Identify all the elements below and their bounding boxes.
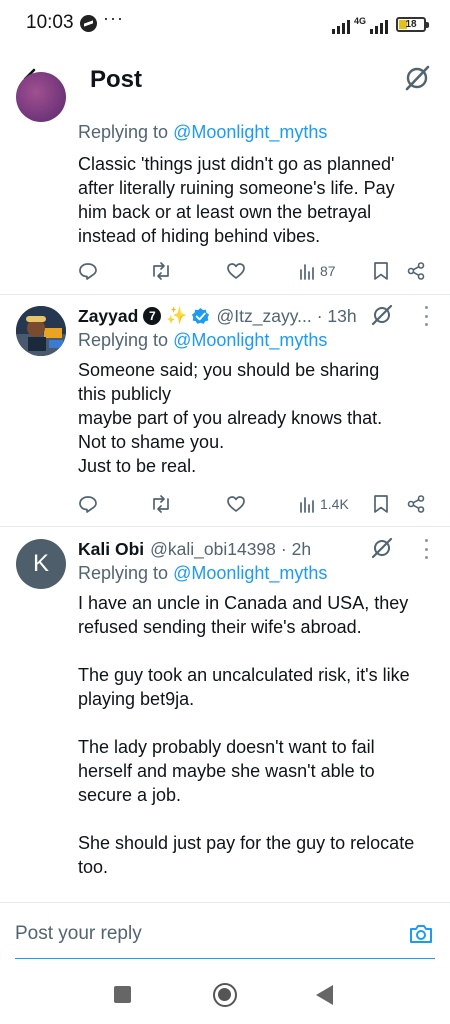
mention-link[interactable]: @Moonlight_myths (173, 122, 327, 142)
network-type: 4G (353, 16, 366, 26)
like-button[interactable] (226, 259, 246, 283)
views-button[interactable]: 1.4K (298, 492, 349, 516)
replying-to: Replying to @Moonlight_myths (78, 563, 328, 583)
reply-tweet-2[interactable]: Zayyad 7 ✨ @Itz_zayy... · 13h Replying t… (0, 303, 450, 525)
avatar[interactable]: K (16, 539, 66, 589)
messenger-icon (80, 15, 97, 32)
tweet-header: Zayyad 7 ✨ @Itz_zayy... · 13h (78, 303, 357, 329)
battery-icon: 18 (396, 17, 429, 32)
camera-icon (410, 925, 432, 943)
grok-button[interactable] (402, 63, 432, 93)
grok-icon (371, 304, 393, 326)
replying-to: Replying to @Moonlight_myths (78, 330, 328, 350)
share-icon (407, 495, 425, 513)
recents-button[interactable] (114, 986, 131, 1003)
like-button[interactable] (226, 492, 246, 516)
tweet-text: Classic 'things just didn't go as planne… (78, 154, 395, 246)
reply-button[interactable] (78, 492, 98, 516)
avatar[interactable] (16, 72, 66, 122)
repost-button[interactable] (150, 492, 172, 516)
battery-level: 18 (405, 19, 417, 30)
avatar-image (16, 306, 66, 356)
bookmark-button[interactable] (372, 492, 390, 516)
reply-button[interactable] (78, 259, 98, 283)
tweet-text: I have an uncle in Canada and USA, they … (78, 593, 415, 877)
more-options-button[interactable] (422, 539, 430, 559)
reply-icon (79, 496, 97, 513)
more-options-button[interactable] (422, 306, 430, 326)
sparkle-emoji: ✨ (166, 306, 188, 325)
repost-icon (153, 495, 169, 513)
system-back-button[interactable] (316, 985, 333, 1005)
status-indicators: 4G 18 (331, 12, 429, 34)
tweet-time: · 2h (280, 538, 312, 559)
repost-button[interactable] (150, 259, 172, 283)
camera-button[interactable] (408, 921, 434, 947)
replying-to: Replying to @Moonlight_myths (78, 122, 328, 142)
user-handle[interactable]: @Itz_zayy... (216, 306, 311, 327)
bookmark-icon (374, 262, 388, 280)
tweet-text: Someone said; you should be sharing this… (78, 360, 383, 476)
share-icon (407, 262, 425, 280)
bookmark-icon (374, 495, 388, 513)
views-count: 1.4K (320, 496, 349, 512)
signal-icon (331, 16, 350, 34)
views-button[interactable]: 87 (298, 259, 336, 283)
top-app-bar: Post (0, 48, 450, 110)
mention-link[interactable]: @Moonlight_myths (173, 563, 327, 583)
heart-icon (227, 263, 245, 279)
tweet-actions: 87 (78, 259, 434, 283)
verified-icon (192, 307, 210, 324)
status-time: 10:03 (26, 12, 74, 33)
divider (0, 294, 450, 295)
views-icon (300, 264, 314, 280)
reply-composer: Post your reply (0, 902, 450, 964)
heart-icon (227, 496, 245, 512)
input-underline (15, 958, 435, 959)
display-name[interactable]: Zayyad (78, 306, 138, 327)
status-overflow: ··· (103, 8, 124, 28)
grok-icon (371, 537, 393, 559)
share-button[interactable] (406, 492, 426, 516)
views-count: 87 (320, 263, 336, 279)
share-button[interactable] (406, 259, 426, 283)
views-icon (300, 497, 314, 513)
reply-tweet-3[interactable]: K Kali Obi @kali_obi14398 · 2h Replying … (0, 536, 450, 896)
reply-icon (79, 263, 97, 280)
grok-icon (405, 65, 430, 91)
affiliate-badge: 7 (143, 307, 162, 325)
grok-button[interactable] (370, 536, 394, 560)
mention-link[interactable]: @Moonlight_myths (173, 330, 327, 350)
repost-icon (153, 262, 169, 280)
home-button[interactable] (213, 983, 237, 1007)
status-bar: 10:03 ··· 4G 18 (0, 0, 450, 48)
bookmark-button[interactable] (372, 259, 390, 283)
display-name[interactable]: Kali Obi (78, 539, 144, 560)
avatar[interactable] (16, 306, 66, 356)
grok-button[interactable] (370, 303, 394, 327)
user-handle[interactable]: @kali_obi14398 (150, 539, 276, 560)
reply-tweet-1[interactable]: Replying to @Moonlight_myths Classic 'th… (0, 72, 450, 296)
avatar-letter: K (32, 550, 49, 577)
system-nav-bar (0, 964, 450, 1024)
reply-input[interactable]: Post your reply (15, 923, 142, 945)
tweet-actions: 1.4K (78, 492, 434, 516)
tweet-time: · 13h (316, 305, 357, 326)
signal-icon-2 (370, 16, 388, 34)
divider (0, 526, 450, 527)
page-title: Post (90, 66, 143, 93)
tweet-header: Kali Obi @kali_obi14398 · 2h (78, 536, 311, 562)
